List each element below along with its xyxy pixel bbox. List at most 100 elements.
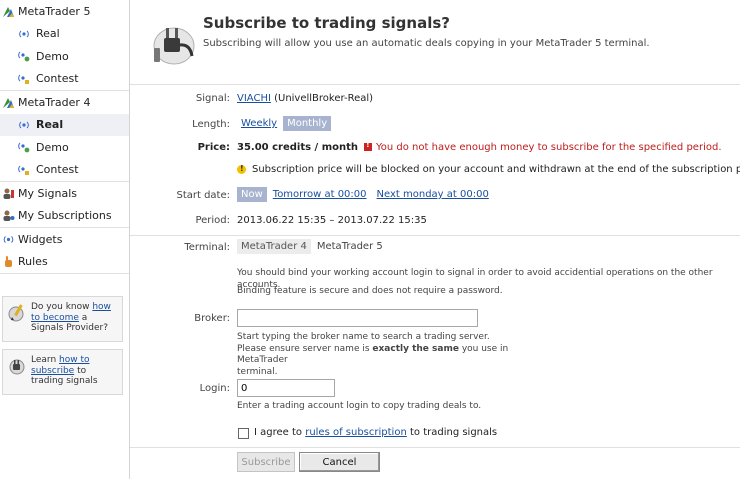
login-label: Login: bbox=[199, 383, 230, 394]
tip-become-provider: Do you know how to become a Signals Prov… bbox=[2, 296, 123, 342]
price-error: You do not have enough money to subscrib… bbox=[376, 142, 722, 153]
broker-note-text: Please ensure server name is bbox=[237, 343, 373, 354]
agree-checkbox[interactable] bbox=[238, 428, 249, 439]
signal-contest-icon bbox=[18, 73, 30, 85]
plug-icon bbox=[7, 355, 27, 377]
sidebar-item-mt4-contest[interactable]: Contest bbox=[0, 159, 129, 182]
signal-contest-icon bbox=[18, 164, 30, 176]
login-input[interactable] bbox=[237, 379, 335, 397]
terminal-mt5-option[interactable]: MetaTrader 5 bbox=[313, 239, 387, 254]
broker-label: Broker: bbox=[194, 313, 230, 324]
agree-prefix: I agree to bbox=[254, 427, 306, 438]
signal-broadcast-icon bbox=[18, 28, 30, 40]
start-date-label: Start date: bbox=[176, 190, 230, 201]
sidebar-item-widgets[interactable]: Widgets bbox=[0, 228, 129, 251]
sidebar-item-metatrader5[interactable]: MetaTrader 5 bbox=[0, 0, 129, 23]
sidebar-item-metatrader4[interactable]: MetaTrader 4 bbox=[0, 91, 129, 114]
tip-text: Do you know bbox=[31, 302, 93, 312]
sidebar-item-rules[interactable]: Rules bbox=[0, 251, 129, 274]
sidebar-group-my: My Signals My Subscriptions bbox=[0, 182, 129, 228]
sidebar-item-label: Widgets bbox=[18, 232, 63, 246]
page-title: Subscribe to trading signals? bbox=[203, 14, 450, 32]
signal-name-link[interactable]: VIACHI bbox=[237, 93, 271, 104]
price-warning-row: Subscription price will be blocked on yo… bbox=[237, 164, 740, 175]
length-weekly-option[interactable]: Weekly bbox=[237, 116, 281, 131]
main-panel: Subscribe to trading signals? Subscribin… bbox=[130, 0, 740, 479]
sidebar-item-label: My Subscriptions bbox=[18, 209, 112, 223]
user-subscriptions-icon bbox=[2, 209, 15, 222]
sidebar: MetaTrader 5 Real Demo Contest MetaTrade… bbox=[0, 0, 130, 479]
user-signals-icon bbox=[2, 187, 15, 200]
sidebar-item-label: Real bbox=[36, 118, 64, 132]
metatrader-icon bbox=[2, 96, 15, 109]
length-options: Weekly Monthly bbox=[237, 116, 333, 131]
broker-note-line-3: terminal. bbox=[237, 366, 278, 377]
sidebar-item-label: Real bbox=[36, 27, 60, 41]
metatrader-icon bbox=[2, 5, 15, 18]
start-date-options: Now Tomorrow at 00:00 Next monday at 00:00 bbox=[237, 187, 495, 202]
price-row: 35.00 credits / month You do not have eno… bbox=[237, 140, 722, 153]
agree-suffix: to trading signals bbox=[406, 427, 498, 438]
sidebar-item-label: Demo bbox=[36, 140, 69, 154]
length-label: Length: bbox=[192, 119, 230, 130]
divider bbox=[130, 235, 740, 236]
rules-of-subscription-link[interactable]: rules of subscription bbox=[305, 427, 407, 438]
tip-how-to-subscribe: Learn how to subscribe to trading signal… bbox=[2, 349, 123, 395]
period-label: Period: bbox=[195, 215, 230, 226]
broker-note-bold: exactly the same bbox=[372, 343, 459, 354]
sidebar-item-label: MetaTrader 4 bbox=[18, 95, 91, 109]
terminal-note-2: Binding feature is secure and does not r… bbox=[237, 286, 503, 296]
start-monday-option[interactable]: Next monday at 00:00 bbox=[373, 187, 493, 202]
sidebar-group-other: Widgets Rules bbox=[0, 228, 129, 274]
rules-hand-icon bbox=[2, 255, 15, 268]
error-icon bbox=[364, 140, 372, 151]
cancel-button[interactable]: Cancel bbox=[299, 452, 380, 472]
sidebar-item-mt5-demo[interactable]: Demo bbox=[0, 45, 129, 68]
broker-note-line-2: Please ensure server name is exactly the… bbox=[237, 344, 537, 367]
widgets-icon bbox=[2, 233, 15, 246]
sidebar-item-mt5-real[interactable]: Real bbox=[0, 23, 129, 46]
length-monthly-option[interactable]: Monthly bbox=[283, 116, 332, 131]
plug-icon bbox=[148, 14, 198, 68]
pen-icon bbox=[7, 302, 27, 324]
signal-demo-icon bbox=[18, 50, 30, 62]
terminal-options: MetaTrader 4 MetaTrader 5 bbox=[237, 239, 389, 254]
subscribe-button[interactable]: Subscribe bbox=[237, 452, 295, 472]
footer-divider bbox=[130, 447, 740, 448]
sidebar-group-mt5: MetaTrader 5 Real Demo Contest bbox=[0, 0, 129, 91]
sidebar-item-label: Contest bbox=[36, 72, 79, 86]
start-tomorrow-option[interactable]: Tomorrow at 00:00 bbox=[269, 187, 371, 202]
warning-icon bbox=[237, 164, 246, 174]
page-subtitle: Subscribing will allow you use an automa… bbox=[203, 38, 650, 49]
sidebar-item-label: Demo bbox=[36, 49, 69, 63]
price-warning: Subscription price will be blocked on yo… bbox=[252, 164, 740, 175]
sidebar-item-label: MetaTrader 5 bbox=[18, 4, 91, 18]
sidebar-item-mt5-contest[interactable]: Contest bbox=[0, 68, 129, 91]
agree-text: I agree to rules of subscription to trad… bbox=[254, 427, 497, 438]
broker-note: Start typing the broker name to search a… bbox=[237, 332, 537, 378]
sidebar-item-my-subscriptions[interactable]: My Subscriptions bbox=[0, 205, 129, 228]
signal-label: Signal: bbox=[195, 93, 230, 104]
terminal-mt4-option[interactable]: MetaTrader 4 bbox=[237, 239, 311, 254]
sidebar-item-mt4-real[interactable]: Real bbox=[0, 113, 129, 136]
sidebar-item-label: Rules bbox=[18, 255, 48, 269]
signal-value: VIACHI (UnivellBroker-Real) bbox=[237, 93, 373, 104]
login-note: Enter a trading account login to copy tr… bbox=[237, 401, 482, 411]
signal-broadcast-icon bbox=[18, 119, 30, 131]
broker-input[interactable] bbox=[237, 309, 478, 327]
signal-demo-icon bbox=[18, 141, 30, 153]
price-label: Price: bbox=[197, 142, 230, 153]
broker-note-line-1: Start typing the broker name to search a… bbox=[237, 332, 490, 342]
sidebar-item-label: My Signals bbox=[18, 186, 78, 200]
signal-broker: (UnivellBroker-Real) bbox=[274, 93, 374, 104]
period-value: 2013.06.22 15:35 – 2013.07.22 15:35 bbox=[237, 215, 427, 226]
tip-text: Learn bbox=[31, 355, 60, 365]
dialog-header: Subscribe to trading signals? Subscribin… bbox=[130, 0, 740, 85]
sidebar-group-mt4: MetaTrader 4 Real Demo Contest bbox=[0, 91, 129, 182]
sidebar-item-my-signals[interactable]: My Signals bbox=[0, 182, 129, 205]
terminal-label: Terminal: bbox=[184, 242, 230, 253]
sidebar-item-label: Contest bbox=[36, 163, 79, 177]
start-now-option[interactable]: Now bbox=[237, 187, 267, 202]
sidebar-item-mt4-demo[interactable]: Demo bbox=[0, 136, 129, 159]
price-value: 35.00 credits / month bbox=[237, 142, 358, 153]
